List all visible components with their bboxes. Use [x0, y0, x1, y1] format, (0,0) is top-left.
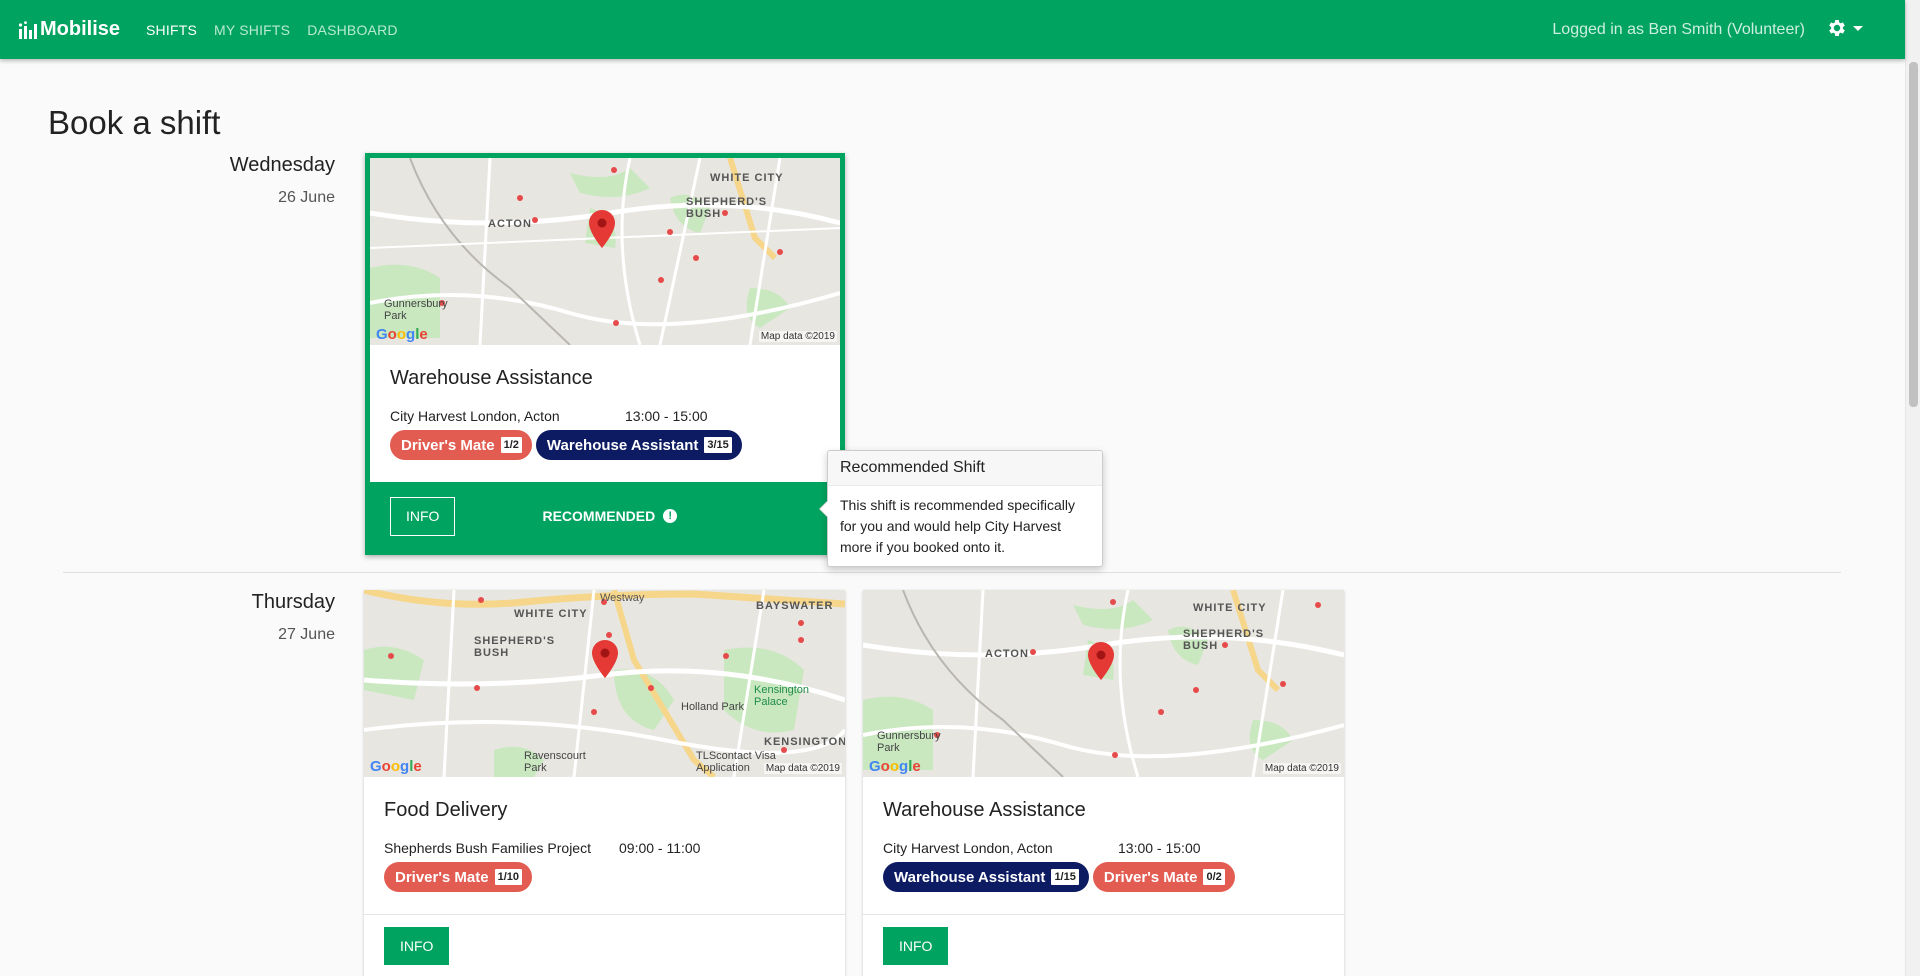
day-divider — [63, 572, 1841, 573]
role-count: 1/15 — [1051, 869, 1079, 885]
role-pill-drivers-mate[interactable]: Driver's Mate 1/10 — [384, 862, 533, 892]
map-label: KENSINGTON — [764, 736, 845, 748]
day-date: 27 June — [278, 626, 335, 643]
map-label: ACTON — [985, 648, 1029, 660]
chevron-down-icon — [1853, 25, 1863, 31]
recommended-popover: Recommended Shift This shift is recommen… — [819, 450, 1103, 567]
brand-name: Mobilise — [40, 18, 121, 40]
shift-title: Warehouse Assistance — [390, 367, 593, 389]
day-date: 26 June — [278, 189, 335, 206]
top-navbar: Mobilise SHIFTS MY SHIFTS DASHBOARD Logg… — [0, 0, 1905, 59]
shift-card: Westway WHITE CITY BAYSWATER SHEPHERD'S … — [364, 590, 845, 976]
role-pill-warehouse-assistant[interactable]: Warehouse Assistant 1/15 — [883, 862, 1089, 892]
map-label: Westway — [600, 592, 645, 604]
role-count: 3/15 — [704, 437, 732, 453]
role-name: Warehouse Assistant — [546, 436, 699, 454]
map-pin-icon — [592, 640, 618, 678]
role-name: Driver's Mate — [1103, 868, 1198, 886]
google-logo: Google — [376, 326, 428, 343]
logged-in-text: Logged in as Ben Smith (Volunteer) — [1552, 21, 1805, 38]
scrollbar-thumb[interactable] — [1909, 62, 1918, 407]
shift-footer: INFO — [863, 914, 1344, 974]
role-count: 1/10 — [494, 869, 523, 885]
page-scrollbar[interactable] — [1905, 0, 1920, 976]
mobilise-logo-icon — [18, 20, 37, 39]
shift-time: 13:00 - 15:00 — [1118, 840, 1201, 856]
map-label: BAYSWATER — [756, 600, 834, 612]
info-icon[interactable]: ! — [663, 509, 678, 523]
shift-body: Warehouse Assistance City Harvest London… — [370, 345, 840, 482]
settings-dropdown[interactable] — [1826, 17, 1863, 39]
map-attribution: Map data ©2019 — [1262, 763, 1341, 774]
recommended-label[interactable]: RECOMMENDED ! — [542, 508, 678, 524]
role-pill-drivers-mate[interactable]: Driver's Mate 0/2 — [1092, 862, 1235, 892]
map-pin-icon — [1088, 642, 1114, 680]
shift-meta: City Harvest London, Acton 13:00 - 15:00 — [883, 840, 1324, 856]
day-label-wednesday: Wednesday 26 June — [135, 154, 335, 207]
shift-title: Warehouse Assistance — [883, 799, 1086, 821]
map-label: WHITE CITY — [514, 608, 588, 620]
shift-title: Food Delivery — [384, 799, 508, 821]
shift-map[interactable]: Westway WHITE CITY BAYSWATER SHEPHERD'S … — [364, 590, 845, 777]
shift-meta: City Harvest London, Acton 13:00 - 15:00 — [390, 408, 820, 424]
role-list: Driver's Mate 1/10 — [384, 862, 825, 892]
day-name: Thursday — [251, 591, 335, 613]
role-list: Driver's Mate 1/2 Warehouse Assistant 3/15 — [390, 430, 820, 460]
shift-location: City Harvest London, Acton — [883, 840, 1053, 856]
info-button[interactable]: INFO — [390, 496, 456, 536]
shift-map[interactable]: WHITE CITY ACTON SHEPHERD'S BUSH Gunners… — [863, 590, 1344, 777]
day-name: Wednesday — [229, 154, 335, 176]
shift-body: Warehouse Assistance City Harvest London… — [863, 777, 1344, 914]
shift-card-recommended: WHITE CITY ACTON SHEPHERD'S BUSH Gunners… — [365, 153, 845, 555]
nav-shifts[interactable]: SHIFTS — [146, 22, 197, 38]
nav-dashboard[interactable]: DASHBOARD — [307, 22, 397, 38]
shift-location: Shepherds Bush Families Project — [384, 840, 591, 856]
map-label: SHEPHERD'S BUSH — [1183, 628, 1265, 652]
shift-body: Food Delivery Shepherds Bush Families Pr… — [364, 777, 845, 914]
map-label: WHITE CITY — [710, 172, 784, 184]
map-label: Ravenscourt Park — [524, 750, 586, 774]
role-name: Driver's Mate — [401, 436, 495, 454]
popover-body: This shift is recommended specifically f… — [840, 497, 1075, 555]
shift-time: 09:00 - 11:00 — [619, 840, 701, 856]
shift-footer: INFO — [364, 914, 845, 974]
google-logo: Google — [869, 758, 921, 775]
map-label: Gunnersbury Park — [877, 730, 941, 754]
map-label: SHEPHERD'S BUSH — [686, 196, 768, 220]
popover-arrow — [819, 500, 828, 518]
shift-map[interactable]: WHITE CITY ACTON SHEPHERD'S BUSH Gunners… — [370, 158, 840, 345]
map-label: WHITE CITY — [1193, 602, 1267, 614]
map-label: Kensington Palace — [754, 684, 810, 708]
role-pill-drivers-mate[interactable]: Driver's Mate 1/2 — [390, 430, 532, 460]
nav-my-shifts[interactable]: MY SHIFTS — [214, 22, 290, 38]
shift-location: City Harvest London, Acton — [390, 408, 560, 424]
map-label: Holland Park — [681, 701, 744, 713]
info-button[interactable]: INFO — [384, 927, 450, 965]
role-name: Driver's Mate — [395, 868, 489, 886]
role-pill-warehouse-assistant[interactable]: Warehouse Assistant 3/15 — [535, 430, 742, 460]
info-button[interactable]: INFO — [883, 927, 949, 965]
map-label: ACTON — [488, 218, 532, 230]
nav-links: SHIFTS MY SHIFTS DASHBOARD — [146, 22, 415, 38]
map-label: Gunnersbury Park — [384, 298, 448, 322]
day-label-thursday: Thursday 27 June — [135, 591, 335, 644]
map-pin-icon — [589, 210, 615, 248]
popover-title: Recommended Shift — [828, 451, 1102, 486]
map-attribution: Map data ©2019 — [763, 763, 842, 774]
shift-meta: Shepherds Bush Families Project 09:00 - … — [384, 840, 825, 856]
shift-card: WHITE CITY ACTON SHEPHERD'S BUSH Gunners… — [863, 590, 1344, 976]
shift-footer: INFO RECOMMENDED ! — [370, 482, 840, 550]
map-attribution: Map data ©2019 — [758, 331, 837, 342]
page-title: Book a shift — [48, 104, 221, 141]
gear-icon — [1829, 20, 1845, 36]
role-count: 0/2 — [1203, 869, 1225, 885]
role-name: Warehouse Assistant — [894, 868, 1046, 886]
google-logo: Google — [370, 758, 422, 775]
shift-time: 13:00 - 15:00 — [625, 408, 708, 424]
role-list: Warehouse Assistant 1/15 Driver's Mate 0/2 — [883, 862, 1324, 892]
map-label: SHEPHERD'S BUSH — [474, 635, 556, 659]
role-count: 1/2 — [500, 437, 522, 453]
recommended-text: RECOMMENDED — [542, 508, 656, 524]
brand[interactable]: Mobilise — [18, 18, 120, 41]
